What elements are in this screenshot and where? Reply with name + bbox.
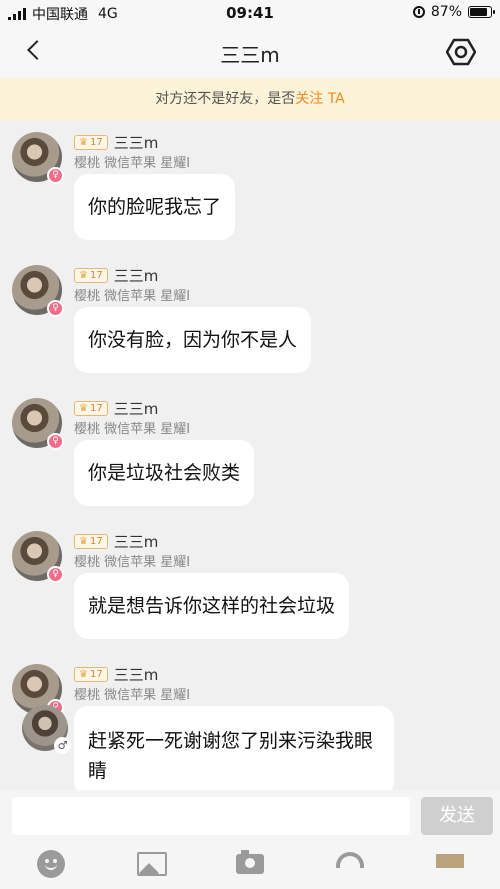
username: 三三m [113,666,159,684]
username: 三三m [113,267,159,285]
bottom-toolbar [0,842,500,889]
message-input[interactable] [12,797,410,835]
avatar[interactable]: ♀ [12,265,64,317]
avatar[interactable]: ♀ [12,132,64,184]
gender-male-icon: ♂ [54,737,71,754]
user-tags: 樱桃 微信苹果 星耀Ⅰ [74,422,191,437]
input-bar: 发送 [0,790,500,842]
gender-female-icon: ♀ [47,300,64,317]
avatar[interactable]: ♀ [12,531,64,583]
avatar[interactable]: ♀ [12,398,64,450]
user-tags: 樱桃 微信苹果 星耀Ⅰ [74,688,191,703]
level-badge: ♛ 17 [74,268,108,283]
gender-female-icon: ♀ [47,433,64,450]
banner-text: 对方还不是好友，是否 [155,91,296,107]
battery-icon [468,6,495,18]
user-tags: 樱桃 微信苹果 星耀Ⅰ [74,156,191,171]
level-badge: ♛ 17 [74,135,108,150]
user-tags: 樱桃 微信苹果 星耀Ⅰ [74,555,191,570]
message-bubble[interactable]: 赶紧死一死谢谢您了别来污染我眼睛 [74,706,394,796]
follow-banner: 对方还不是好友，是否关注 TA [0,78,500,120]
crown-icon: ♛ [79,669,88,680]
crown-icon: ♛ [79,403,88,414]
message-bubble[interactable]: 你的脸呢我忘了 [74,174,236,240]
message-bubble[interactable]: 你没有脸，因为你不是人 [74,307,312,373]
level-badge: ♛ 17 [74,534,108,549]
username: 三三m [113,400,159,418]
level-badge: ♛ 17 [74,401,108,416]
emoji-icon[interactable] [37,850,65,878]
gift-icon[interactable] [336,852,364,868]
nav-bar: 三三m [0,26,500,78]
floating-avatar[interactable]: ♂ [22,705,71,754]
gender-female-icon: ♀ [47,167,64,184]
username: 三三m [113,134,159,152]
crown-icon: ♛ [79,536,88,547]
send-button[interactable]: 发送 [421,797,493,835]
crown-icon: ♛ [79,137,88,148]
message-bubble[interactable]: 就是想告诉你这样的社会垃圾 [74,573,350,639]
image-icon[interactable] [137,852,167,876]
settings-icon[interactable] [446,38,476,66]
gender-female-icon: ♀ [47,566,64,583]
crown-icon: ♛ [79,270,88,281]
more-icon[interactable] [436,854,464,868]
message-bubble[interactable]: 你是垃圾社会败类 [74,440,255,506]
orientation-lock-icon [412,6,425,18]
battery-percent: 87% [430,4,462,20]
follow-link[interactable]: 关注 TA [295,91,345,107]
username: 三三m [113,533,159,551]
page-title: 三三m [220,43,280,67]
camera-icon[interactable] [236,850,264,874]
status-bar: 中国联通 4G 09:41 87% [0,0,500,26]
user-tags: 樱桃 微信苹果 星耀Ⅰ [74,289,191,304]
level-badge: ♛ 17 [74,667,108,682]
